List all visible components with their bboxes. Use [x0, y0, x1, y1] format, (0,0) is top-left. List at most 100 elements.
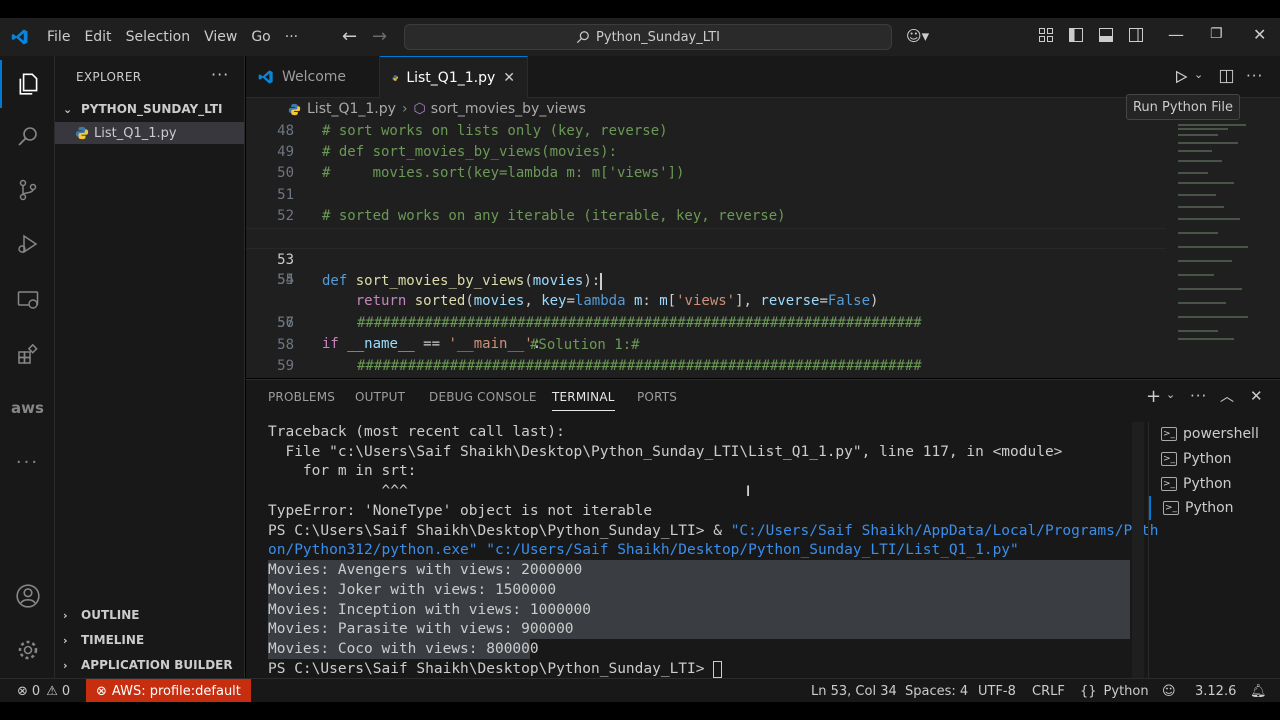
- menu-edit[interactable]: Edit: [77, 18, 118, 56]
- terminal-line: Movies: Avengers with views: 2000000: [268, 560, 1130, 580]
- error-icon: ⊗: [17, 683, 28, 699]
- menu-more[interactable]: ···: [278, 18, 305, 56]
- search-view-icon[interactable]: [0, 112, 55, 160]
- breadcrumb-file[interactable]: List_Q1_1.py: [307, 101, 396, 117]
- encoding[interactable]: UTF-8: [978, 679, 1016, 703]
- language-label: Python: [1103, 683, 1149, 699]
- code-line: #Solution 1:#: [530, 337, 640, 353]
- line-number: 52: [277, 208, 294, 224]
- cursor-position[interactable]: Ln 53, Col 34: [811, 679, 897, 703]
- activity-bar: aws ···: [0, 56, 55, 678]
- application-builder-section[interactable]: › APPLICATION BUILDER: [55, 653, 245, 677]
- python-file-icon: [392, 74, 398, 81]
- chevron-right-icon: ›: [63, 608, 68, 622]
- panel-tab-debug-console[interactable]: DEBUG CONSOLE: [429, 390, 537, 404]
- toggle-secondary-sidebar-icon[interactable]: [1128, 27, 1144, 43]
- indentation[interactable]: Spaces: 4: [905, 679, 968, 703]
- breadcrumb: List_Q1_1.py › ⬡ sort_movies_by_views: [246, 98, 1280, 120]
- terminal-line: PS C:\Users\Saif Shaikh\Desktop\Python_S…: [268, 523, 1159, 539]
- explorer-icon[interactable]: [0, 60, 55, 108]
- aws-icon[interactable]: aws: [0, 384, 55, 432]
- code-line: # def sort_movies_by_views(movies):: [322, 144, 618, 160]
- terminal-item-label: Python: [1183, 451, 1232, 467]
- line-number: 59: [277, 358, 294, 374]
- tab-list-q1[interactable]: List_Q1_1.py ✕: [380, 56, 528, 98]
- terminal-icon: >_: [1161, 477, 1177, 491]
- folder-header[interactable]: ⌄ PYTHON_SUNDAY_LTI: [55, 97, 245, 121]
- mouse-text-cursor-icon: I: [746, 484, 751, 500]
- file-list-item[interactable]: List_Q1_1.py: [55, 122, 244, 144]
- timeline-section[interactable]: › TIMELINE: [55, 628, 245, 652]
- panel-tab-ports[interactable]: PORTS: [637, 390, 677, 404]
- terminal-cursor: [713, 660, 723, 678]
- toggle-panel-icon[interactable]: [1098, 27, 1114, 43]
- terminal-item-python[interactable]: >_ Python: [1161, 447, 1232, 471]
- source-control-icon[interactable]: [0, 166, 55, 214]
- customize-layout-icon[interactable]: [1038, 27, 1054, 43]
- terminal-scrollbar[interactable]: [1132, 422, 1144, 679]
- code-editor[interactable]: 48 # sort works on lists only (key, rever…: [246, 120, 1280, 378]
- terminal-line: Movies: Inception with views: 1000000: [268, 600, 1130, 620]
- editor-more-icon[interactable]: ···: [1246, 67, 1263, 85]
- run-dropdown-chevron-icon[interactable]: ⌄: [1194, 68, 1203, 81]
- back-arrow-icon[interactable]: ←: [342, 26, 357, 47]
- remote-explorer-icon[interactable]: [0, 276, 55, 324]
- terminal-item-python[interactable]: >_ Python: [1161, 472, 1232, 496]
- command-center[interactable]: Python_Sunday_LTI: [404, 24, 892, 50]
- terminal-item-python-active[interactable]: >_ Python: [1149, 496, 1234, 520]
- status-bar: ⊗ 0 ⚠ 0 ⊗ AWS: profile:default Ln 53, Co…: [0, 678, 1280, 703]
- terminal-line: Movies: Joker with views: 1500000: [268, 580, 1130, 600]
- close-panel-icon[interactable]: ✕: [1250, 387, 1263, 405]
- code-line: ########################################…: [357, 358, 922, 374]
- vscode-logo-icon: [0, 18, 40, 56]
- accounts-icon[interactable]: [0, 572, 55, 620]
- terminal-line: PS C:\Users\Saif Shaikh\Desktop\Python_S…: [268, 659, 723, 679]
- split-editor-icon[interactable]: [1219, 69, 1234, 84]
- maximize-panel-chevron-up-icon[interactable]: ︿: [1220, 386, 1234, 406]
- copilot-icon[interactable]: ☺▾: [906, 27, 929, 45]
- menu-view[interactable]: View: [197, 18, 244, 56]
- line-ending[interactable]: CRLF: [1032, 679, 1065, 703]
- panel-tab-problems[interactable]: PROBLEMS: [268, 390, 335, 404]
- tab-welcome[interactable]: Welcome: [246, 56, 380, 98]
- chevron-right-icon: ›: [63, 658, 68, 672]
- notifications-bell-icon[interactable]: 🔔︎: [1250, 679, 1267, 703]
- panel-tab-terminal[interactable]: TERMINAL: [552, 390, 615, 411]
- problems-status[interactable]: ⊗ 0 ⚠ 0: [17, 679, 70, 703]
- menu-go[interactable]: Go: [244, 18, 277, 56]
- new-terminal-plus-icon[interactable]: +: [1146, 386, 1161, 407]
- extensions-icon[interactable]: [0, 330, 55, 378]
- minimap[interactable]: [1172, 120, 1252, 344]
- manage-gear-icon[interactable]: [0, 626, 55, 674]
- language-mode[interactable]: {} Python: [1080, 679, 1149, 703]
- close-window-icon[interactable]: ✕: [1253, 25, 1266, 44]
- terminal-list: >_ powershell >_ Python >_ Python >_ Pyt…: [1148, 422, 1280, 679]
- outline-section[interactable]: › OUTLINE: [55, 603, 245, 627]
- breadcrumb-symbol[interactable]: sort_movies_by_views: [431, 101, 586, 117]
- toggle-sidebar-icon[interactable]: [1068, 27, 1084, 43]
- run-debug-icon[interactable]: [0, 220, 55, 268]
- terminal-dropdown-chevron-icon[interactable]: ⌄: [1166, 388, 1175, 401]
- run-python-file-icon[interactable]: [1174, 70, 1188, 84]
- code-line: # movies.sort(key=lambda m: m['views']): [322, 165, 685, 181]
- explorer-sidebar: EXPLORER ··· ⌄ PYTHON_SUNDAY_LTI List_Q1…: [55, 56, 245, 678]
- menu-selection[interactable]: Selection: [119, 18, 198, 56]
- menu-file[interactable]: File: [40, 18, 77, 56]
- copilot-status-icon[interactable]: ☺: [1162, 679, 1176, 703]
- python-version[interactable]: 3.12.6: [1195, 679, 1236, 703]
- close-tab-icon[interactable]: ✕: [503, 70, 515, 86]
- aws-profile-badge[interactable]: ⊗ AWS: profile:default: [86, 679, 251, 703]
- timeline-label: TIMELINE: [81, 633, 145, 647]
- minimize-icon[interactable]: —: [1168, 25, 1184, 44]
- panel-tab-output[interactable]: OUTPUT: [355, 390, 405, 404]
- terminal-item-powershell[interactable]: >_ powershell: [1161, 422, 1259, 446]
- restore-icon[interactable]: ❐: [1210, 26, 1223, 42]
- explorer-more-icon[interactable]: ···: [211, 65, 229, 84]
- chevron-right-icon: ›: [63, 633, 68, 647]
- search-icon: [576, 31, 589, 44]
- panel-more-icon[interactable]: ···: [1190, 387, 1207, 405]
- tab-list-q1-label: List_Q1_1.py: [406, 69, 496, 86]
- terminal-line: Movies: Coco with views: 800000: [268, 639, 539, 659]
- more-views-icon[interactable]: ···: [0, 438, 55, 486]
- forward-arrow-icon[interactable]: →: [372, 26, 387, 47]
